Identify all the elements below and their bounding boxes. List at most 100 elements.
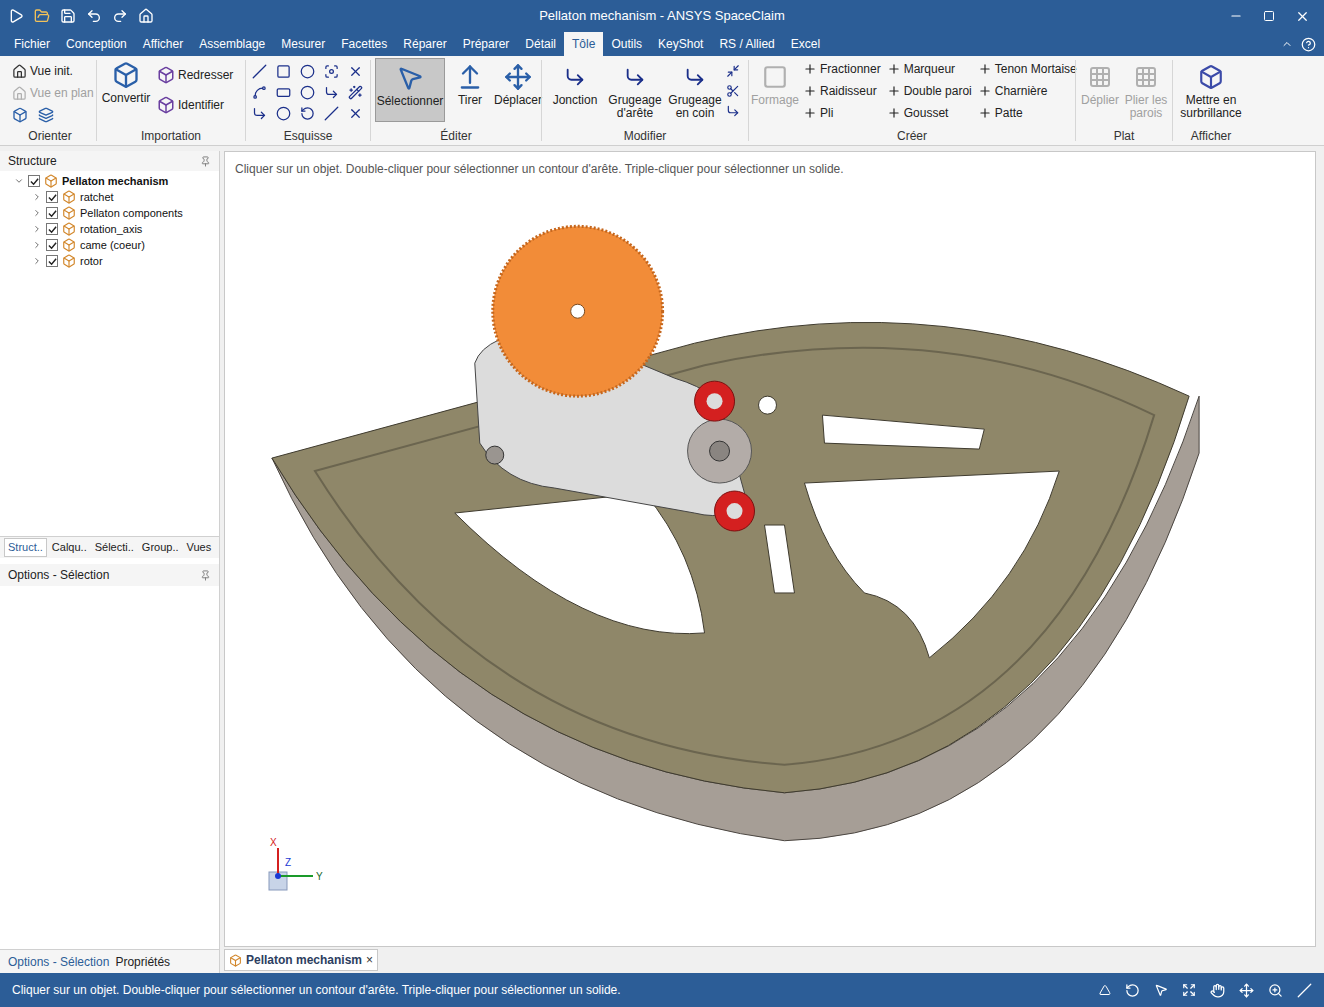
pin-icon[interactable]: [200, 570, 211, 581]
save-icon[interactable]: [60, 8, 76, 24]
tree-item[interactable]: Pellaton components: [0, 205, 219, 221]
sketch-tool-icon[interactable]: [348, 64, 363, 79]
tree-item[interactable]: ratchet: [0, 189, 219, 205]
undo-icon[interactable]: [86, 8, 102, 24]
expand-icon[interactable]: [32, 208, 42, 218]
panel-tab[interactable]: Sélecti..: [92, 539, 137, 556]
visibility-checkbox[interactable]: [46, 223, 58, 235]
tree-item[interactable]: Pellaton mechanism: [0, 173, 219, 189]
ribbon-large-button[interactable]: Plier les parois: [1124, 58, 1168, 122]
expand-icon[interactable]: [32, 224, 42, 234]
ribbon-large-button[interactable]: Sélectionner: [375, 58, 445, 122]
triangle-icon[interactable]: [1099, 984, 1111, 996]
menu-tab[interactable]: Facettes: [333, 32, 395, 56]
ribbon-small-button[interactable]: Gousset: [887, 102, 972, 124]
expand-icon[interactable]: [32, 256, 42, 266]
cube-icon[interactable]: [12, 107, 28, 123]
help-icon[interactable]: [1301, 37, 1316, 52]
layers-icon[interactable]: [38, 107, 54, 123]
close-tab-button[interactable]: ×: [366, 951, 373, 969]
menu-tab[interactable]: Afficher: [135, 32, 191, 56]
ribbon-large-button[interactable]: Mettre en surbrillance: [1175, 58, 1247, 122]
minimize-icon[interactable]: [1229, 9, 1243, 23]
ribbon-large-button[interactable]: Formage: [751, 58, 799, 122]
ribbon-large-button[interactable]: Grugeage d'arête: [606, 58, 664, 122]
ribbon-large-button[interactable]: Jonction: [546, 58, 604, 122]
sketch-tool-icon[interactable]: [276, 106, 291, 121]
bottom-tab[interactable]: Propriétés: [115, 953, 170, 971]
menu-tab[interactable]: Assemblage: [191, 32, 273, 56]
visibility-checkbox[interactable]: [46, 239, 58, 251]
sketch-tool-icon[interactable]: [252, 64, 267, 79]
visibility-checkbox[interactable]: [28, 175, 40, 187]
expand-icon[interactable]: [32, 240, 42, 250]
ribbon-small-button[interactable]: Tenon Mortaise: [978, 58, 1077, 80]
ribbon-small-button[interactable]: Redresser: [157, 64, 233, 86]
sketch-tool-icon[interactable]: [276, 85, 291, 100]
tree-item[interactable]: rotor: [0, 253, 219, 269]
expand-icon[interactable]: [32, 192, 42, 202]
ribbon-small-button[interactable]: Pli: [803, 102, 881, 124]
menu-tab[interactable]: KeyShot: [650, 32, 711, 56]
tree-item[interactable]: rotation_axis: [0, 221, 219, 237]
menu-tab[interactable]: Tôle: [564, 32, 603, 56]
sketch-tool-icon[interactable]: [348, 85, 363, 100]
zoom-icon[interactable]: [1268, 983, 1283, 998]
sketch-tool-icon[interactable]: [324, 106, 339, 121]
panel-tab[interactable]: Group..: [139, 539, 182, 556]
visibility-checkbox[interactable]: [46, 255, 58, 267]
ribbon-large-button[interactable]: Déplacer: [495, 58, 541, 122]
bottom-tab[interactable]: Options - Sélection: [8, 953, 109, 971]
move-icon[interactable]: [1239, 983, 1254, 998]
sketch-tool-icon[interactable]: [252, 106, 267, 121]
menu-tab[interactable]: Détail: [517, 32, 564, 56]
menu-tab[interactable]: RS / Allied: [711, 32, 782, 56]
app-logo-icon[interactable]: [8, 8, 24, 24]
ribbon-small-button[interactable]: Patte: [978, 102, 1077, 124]
modify-small-icon[interactable]: [726, 104, 740, 118]
sketch-tool-icon[interactable]: [276, 64, 291, 79]
line-icon[interactable]: [1297, 983, 1312, 998]
pin-icon[interactable]: [200, 156, 211, 167]
sketch-tool-icon[interactable]: [300, 106, 315, 121]
sketch-tool-icon[interactable]: [324, 85, 339, 100]
ribbon-large-button[interactable]: Convertir: [99, 56, 153, 120]
open-icon[interactable]: [34, 8, 50, 24]
ribbon-small-button[interactable]: Identifier: [157, 94, 233, 116]
expand-icon[interactable]: [14, 176, 24, 186]
menu-tab[interactable]: Conception: [58, 32, 135, 56]
modify-small-icon[interactable]: [726, 84, 740, 98]
close-icon[interactable]: [1295, 9, 1310, 24]
tree-item[interactable]: came (coeur): [0, 237, 219, 253]
ribbon-small-button[interactable]: Charnière: [978, 80, 1077, 102]
ribbon-large-button[interactable]: Déplier: [1078, 58, 1122, 122]
menu-tab[interactable]: Excel: [783, 32, 828, 56]
collapse-ribbon-icon[interactable]: [1281, 38, 1293, 50]
ribbon-small-button[interactable]: Raidisseur: [803, 80, 881, 102]
rotate-icon[interactable]: [1125, 983, 1140, 998]
pan-icon[interactable]: [1210, 983, 1225, 998]
sketch-tool-icon[interactable]: [252, 85, 267, 100]
sketch-tool-icon[interactable]: [324, 64, 339, 79]
ribbon-small-button[interactable]: Double paroi: [887, 80, 972, 102]
modify-small-icon[interactable]: [726, 64, 740, 78]
maximize-icon[interactable]: [1263, 10, 1275, 22]
sketch-tool-icon[interactable]: [300, 64, 315, 79]
pointer-icon[interactable]: [1154, 983, 1168, 997]
menu-tab[interactable]: Réparer: [395, 32, 454, 56]
redo-icon[interactable]: [112, 8, 128, 24]
sketch-tool-icon[interactable]: [300, 85, 315, 100]
home-icon[interactable]: [138, 8, 154, 24]
ribbon-large-button[interactable]: Grugeage en coin: [666, 58, 724, 122]
sketch-tool-icon[interactable]: [348, 106, 363, 121]
ribbon-large-button[interactable]: Tirer: [447, 58, 493, 122]
menu-tab[interactable]: Outils: [603, 32, 650, 56]
ribbon-small-button[interactable]: Vue init.: [12, 60, 96, 82]
panel-tab[interactable]: Calqu..: [49, 539, 90, 556]
box-select-icon[interactable]: [1182, 983, 1196, 997]
ribbon-small-button[interactable]: Vue en plan: [12, 82, 96, 104]
menu-tab[interactable]: Fichier: [6, 32, 58, 56]
menu-tab[interactable]: Mesurer: [273, 32, 333, 56]
document-tab[interactable]: Pellaton mechanism×: [224, 949, 378, 971]
visibility-checkbox[interactable]: [46, 207, 58, 219]
